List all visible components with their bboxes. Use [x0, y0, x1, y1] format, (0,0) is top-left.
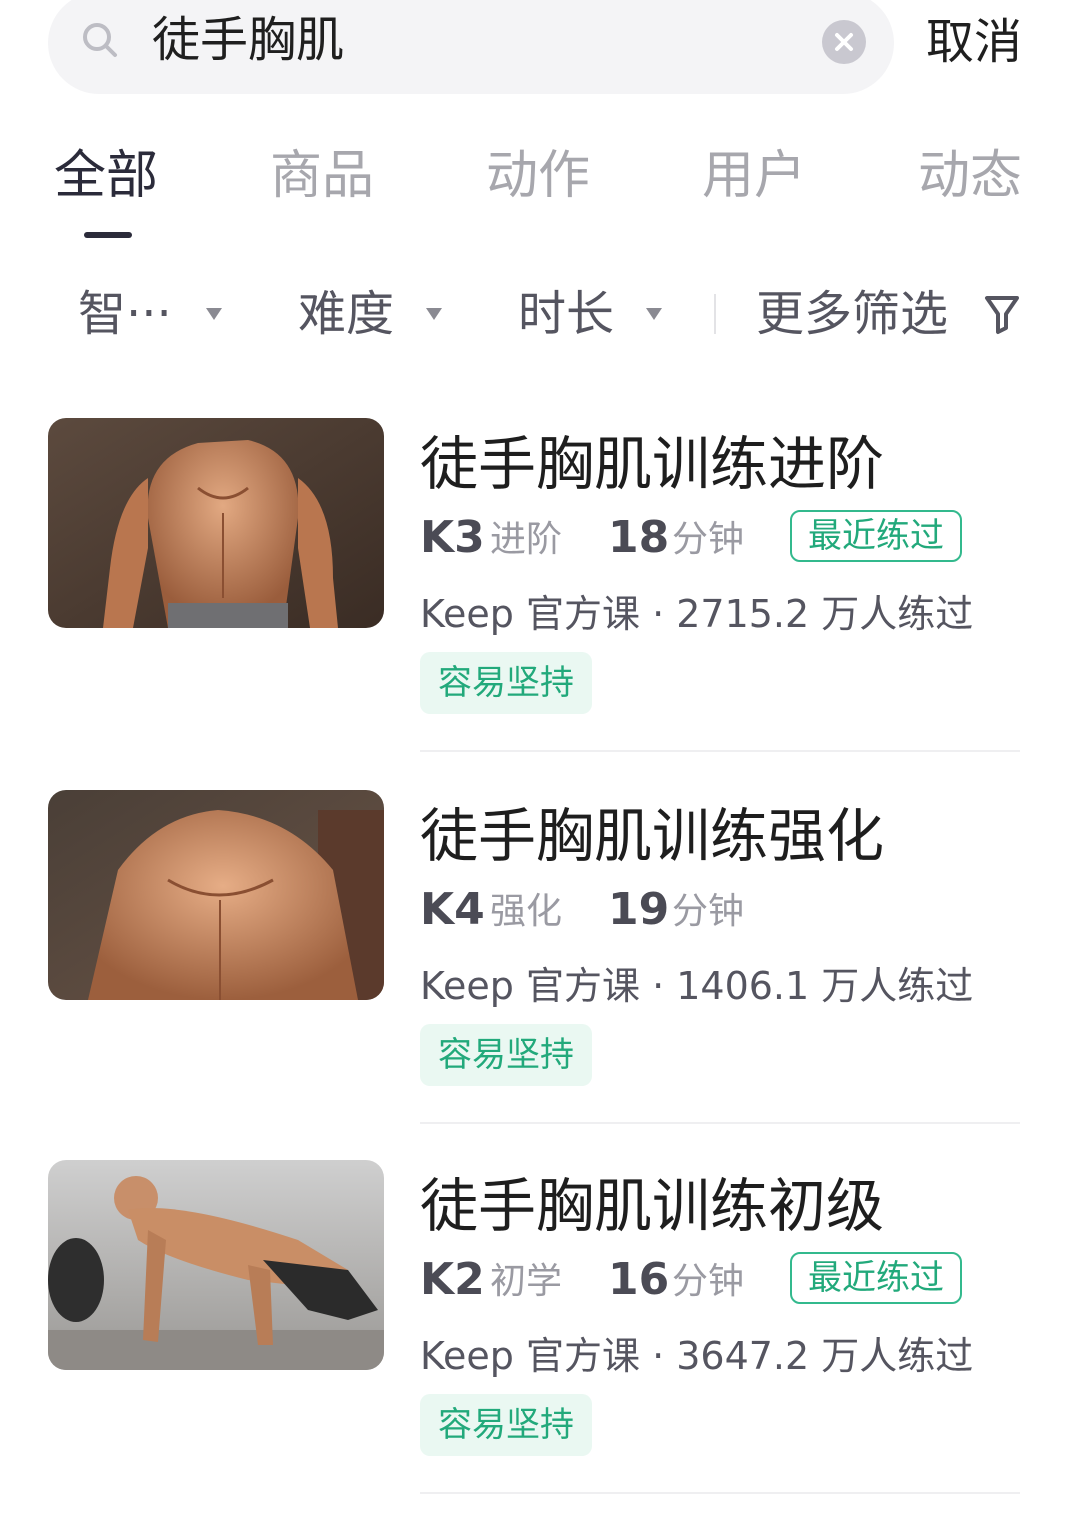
level-code: K2 [420, 1254, 485, 1305]
divider [420, 750, 1020, 752]
tab-posts[interactable]: 动态 [918, 146, 1022, 206]
tab-all[interactable]: 全部 [54, 146, 158, 206]
duration-unit: 分钟 [672, 891, 745, 932]
funnel-icon[interactable] [982, 292, 1022, 336]
filter-more[interactable]: 更多筛选 [756, 284, 948, 344]
course-tag: 容易坚持 [420, 1024, 592, 1086]
course-thumbnail [48, 418, 384, 628]
duration-value: 18 [608, 512, 670, 563]
clear-search-button[interactable] [822, 20, 866, 64]
divider [420, 1122, 1020, 1124]
duration-unit: 分钟 [672, 1261, 745, 1302]
course-card[interactable]: 徒手胸肌训练进阶 K3 进阶 18 分钟 最近练过 Keep 官方课 · 271… [0, 418, 1080, 790]
active-tab-indicator [84, 232, 132, 238]
level-name: 进阶 [490, 519, 563, 560]
tab-products[interactable]: 商品 [270, 146, 374, 206]
course-source: Keep 官方课 · 1406.1 万人练过 [420, 964, 974, 1008]
filter-smart[interactable]: 智··· [78, 284, 172, 344]
cancel-button[interactable]: 取消 [926, 12, 1022, 72]
search-bar[interactable]: 徒手胸肌 [48, 0, 894, 94]
search-icon [83, 23, 117, 57]
course-card[interactable]: 徒手胸肌训练强化 K4 强化 19 分钟 Keep 官方课 · 1406.1 万… [0, 790, 1080, 1162]
duration-value: 19 [608, 884, 670, 935]
recently-trained-badge: 最近练过 [790, 510, 962, 562]
course-title: 徒手胸肌训练初级 [420, 1172, 885, 1240]
course-title: 徒手胸肌训练进阶 [420, 430, 885, 498]
level-name: 初学 [490, 1261, 563, 1302]
course-title: 徒手胸肌训练强化 [420, 802, 885, 870]
tab-exercises[interactable]: 动作 [486, 146, 590, 206]
search-input[interactable]: 徒手胸肌 [152, 10, 344, 70]
course-source: Keep 官方课 · 2715.2 万人练过 [420, 592, 974, 636]
level-code: K3 [420, 512, 485, 563]
chevron-down-icon [426, 308, 442, 320]
course-thumbnail [48, 790, 384, 1000]
course-tag: 容易坚持 [420, 652, 592, 714]
duration-unit: 分钟 [672, 519, 745, 560]
course-thumbnail [48, 1160, 384, 1370]
level-code: K4 [420, 884, 485, 935]
category-tabs: 全部 商品 动作 用户 动态 [0, 146, 1080, 246]
chevron-down-icon [646, 308, 662, 320]
course-tag: 容易坚持 [420, 1394, 592, 1456]
course-card[interactable]: 徒手胸肌训练初级 K2 初学 16 分钟 最近练过 Keep 官方课 · 364… [0, 1160, 1080, 1532]
chevron-down-icon [206, 308, 222, 320]
filter-difficulty[interactable]: 难度 [298, 284, 394, 344]
level-name: 强化 [490, 891, 563, 932]
filter-bar: 智··· 难度 时长 更多筛选 [0, 284, 1080, 344]
filter-duration[interactable]: 时长 [518, 284, 614, 344]
course-source: Keep 官方课 · 3647.2 万人练过 [420, 1334, 974, 1378]
divider [420, 1492, 1020, 1494]
recently-trained-badge: 最近练过 [790, 1252, 962, 1304]
close-icon [835, 33, 853, 51]
tab-users[interactable]: 用户 [702, 146, 806, 206]
duration-value: 16 [608, 1254, 670, 1305]
filter-divider [714, 294, 716, 334]
